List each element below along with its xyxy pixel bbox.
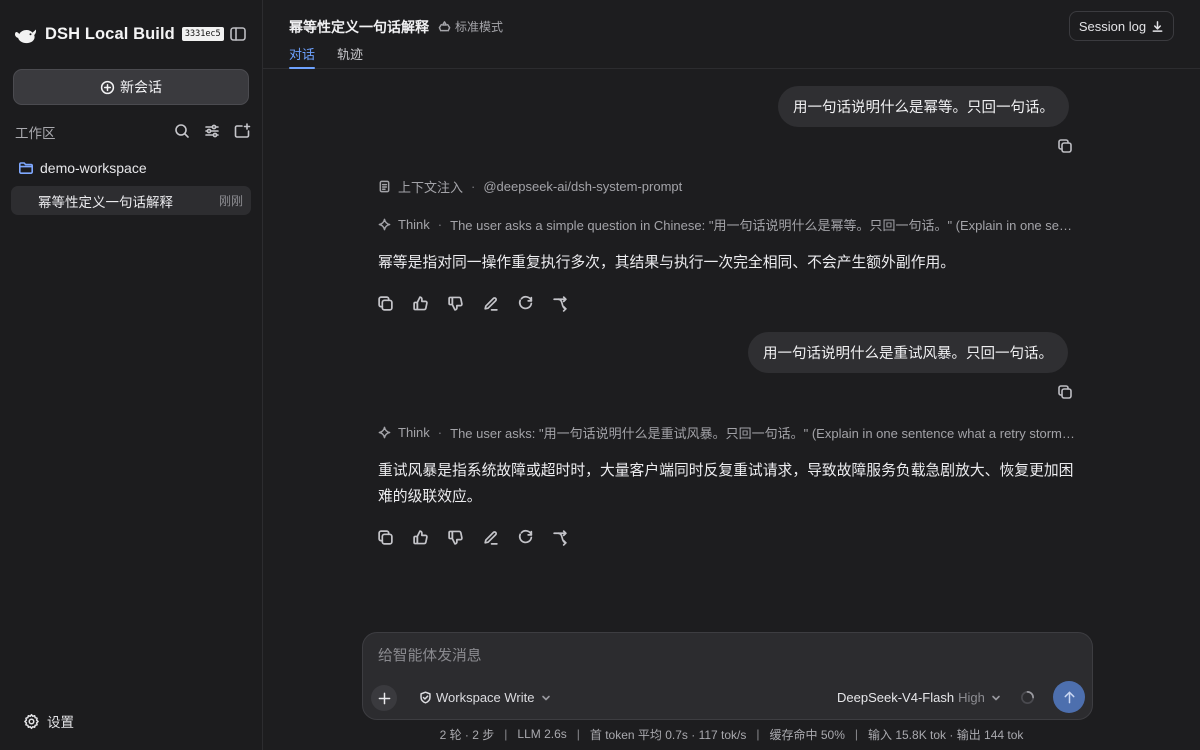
pencil-icon[interactable] bbox=[482, 295, 499, 312]
settings-label: 设置 bbox=[47, 715, 74, 730]
spinner-icon bbox=[1020, 690, 1035, 705]
message-actions bbox=[377, 295, 569, 312]
sidebar: DSH Local Build 3331ec5 新会话 工作区 demo-wor… bbox=[0, 0, 263, 750]
tabs: 对话 轨迹 bbox=[289, 44, 363, 69]
think-text: The user asks a simple question in Chine… bbox=[450, 217, 1078, 233]
session-log-label: Session log bbox=[1078, 18, 1147, 34]
copy-icon[interactable] bbox=[1057, 384, 1073, 400]
workspace-section-title: 工作区 bbox=[15, 126, 56, 141]
download-icon bbox=[1151, 20, 1164, 33]
user-message: 用一句话说明什么是幂等。只回一句话。 bbox=[778, 86, 1069, 127]
separator-dot: · bbox=[471, 178, 476, 194]
think-label: Think bbox=[398, 424, 430, 440]
new-chat-label: 新会话 bbox=[120, 79, 162, 95]
main-panel: 幂等性定义一句话解释 标准模式 对话 轨迹 Session log 用一句话说明… bbox=[263, 0, 1200, 750]
pencil-icon[interactable] bbox=[482, 529, 499, 546]
think-label: Think bbox=[398, 216, 430, 232]
stat-separator: | bbox=[854, 727, 858, 741]
model-name: DeepSeek-V4-Flash bbox=[837, 690, 955, 705]
stat-separator: | bbox=[576, 727, 580, 741]
copy-icon[interactable] bbox=[377, 529, 394, 546]
gear-icon bbox=[23, 713, 40, 730]
usage-stats: 2 轮 · 2 步 | LLM 2.6s | 首 token 平均 0.7s ·… bbox=[263, 726, 1200, 742]
composer: Workspace Write DeepSeek-V4-Flash High bbox=[362, 632, 1093, 720]
copy-icon[interactable] bbox=[377, 295, 394, 312]
workspace-name: demo-workspace bbox=[40, 160, 147, 176]
stat-tokens: 输入 15.8K tok · 输出 144 tok bbox=[868, 727, 1024, 742]
context-injection-row[interactable]: 上下文注入 · @deepseek-ai/dsh-system-prompt bbox=[378, 177, 682, 195]
thumbs-up-icon[interactable] bbox=[412, 295, 429, 312]
model-selector[interactable]: DeepSeek-V4-Flash High bbox=[837, 690, 1001, 705]
workspace-header: 工作区 bbox=[15, 122, 251, 142]
refresh-icon[interactable] bbox=[517, 529, 534, 546]
whale-logo-icon bbox=[14, 23, 38, 45]
tab-conversation[interactable]: 对话 bbox=[289, 44, 316, 69]
stat-cache: 缓存命中 50% bbox=[769, 727, 845, 742]
copy-icon[interactable] bbox=[1057, 138, 1073, 154]
folder-icon bbox=[18, 160, 34, 176]
plus-circle-icon bbox=[100, 80, 115, 95]
separator-dot: · bbox=[437, 216, 443, 232]
chevron-down-icon bbox=[541, 693, 551, 703]
shield-icon bbox=[419, 691, 432, 704]
sparkle-icon bbox=[378, 218, 391, 231]
stat-turns: 2 轮 · 2 步 bbox=[439, 727, 495, 742]
assistant-message-text: 重试风暴是指系统故障或超时时，大量客户端同时反复重试请求，导致故障服务负载急剧放… bbox=[378, 463, 1074, 505]
user-message-text: 用一句话说明什么是幂等。只回一句话。 bbox=[793, 100, 1054, 116]
stat-separator: | bbox=[756, 727, 760, 741]
branch-icon[interactable] bbox=[552, 529, 569, 546]
chevron-down-icon bbox=[991, 693, 1001, 703]
context-source: @deepseek-ai/dsh-system-prompt bbox=[483, 178, 683, 194]
arrow-up-icon bbox=[1062, 690, 1077, 705]
search-icon[interactable] bbox=[173, 122, 191, 140]
brand: DSH Local Build 3331ec5 bbox=[14, 22, 224, 46]
session-title: 幂等性定义一句话解释 bbox=[38, 194, 173, 210]
context-label: 上下文注入 bbox=[398, 179, 464, 195]
session-time: 刚刚 bbox=[218, 194, 243, 208]
topbar: 幂等性定义一句话解释 标准模式 对话 轨迹 Session log bbox=[263, 0, 1200, 69]
assistant-message-text: 幂等是指对同一操作重复执行多次，其结果与执行一次完全相同、不会产生额外副作用。 bbox=[378, 255, 956, 271]
message-input[interactable] bbox=[378, 648, 1078, 664]
send-button[interactable] bbox=[1053, 681, 1085, 713]
workspace-folder[interactable]: demo-workspace bbox=[18, 158, 147, 178]
conversation-title: 幂等性定义一句话解释 bbox=[289, 19, 429, 35]
new-chat-button[interactable]: 新会话 bbox=[13, 69, 249, 105]
session-log-button[interactable]: Session log bbox=[1069, 11, 1174, 41]
permission-selector[interactable]: Workspace Write bbox=[419, 690, 551, 705]
add-attachment-button[interactable] bbox=[371, 685, 397, 711]
message-actions bbox=[377, 529, 569, 546]
permission-label: Workspace Write bbox=[436, 690, 535, 705]
thumbs-down-icon[interactable] bbox=[447, 295, 464, 312]
workspace-tools bbox=[173, 122, 251, 140]
user-message: 用一句话说明什么是重试风暴。只回一句话。 bbox=[748, 332, 1068, 373]
tab-trace[interactable]: 轨迹 bbox=[337, 44, 363, 69]
folder-plus-icon[interactable] bbox=[233, 122, 251, 140]
sidebar-toggle-icon[interactable] bbox=[229, 25, 247, 43]
plus-icon bbox=[378, 692, 391, 705]
sliders-icon[interactable] bbox=[203, 122, 221, 140]
mode-label: 标准模式 bbox=[455, 20, 504, 34]
mode-indicator[interactable]: 标准模式 bbox=[438, 18, 503, 35]
stat-llm: LLM 2.6s bbox=[517, 727, 567, 741]
stat-separator: | bbox=[504, 727, 508, 741]
settings-button[interactable]: 设置 bbox=[16, 711, 74, 731]
app-name: DSH Local Build bbox=[45, 24, 175, 43]
document-icon bbox=[378, 180, 391, 193]
thumbs-up-icon[interactable] bbox=[412, 529, 429, 546]
think-text: The user asks: "用一句话说明什么是重试风暴。只回一句话。" (E… bbox=[450, 425, 1078, 441]
thumbs-down-icon[interactable] bbox=[447, 529, 464, 546]
branch-icon[interactable] bbox=[552, 295, 569, 312]
refresh-icon[interactable] bbox=[517, 295, 534, 312]
think-row[interactable]: Think · The user asks: "用一句话说明什么是重试风暴。只回… bbox=[378, 423, 1078, 441]
sparkle-icon bbox=[378, 426, 391, 439]
separator-dot: · bbox=[437, 424, 443, 440]
recycle-icon bbox=[438, 20, 451, 33]
think-row[interactable]: Think · The user asks a simple question … bbox=[378, 215, 1078, 233]
effort-level: High bbox=[958, 690, 985, 705]
session-item[interactable]: 幂等性定义一句话解释 刚刚 bbox=[11, 186, 251, 215]
user-message-text: 用一句话说明什么是重试风暴。只回一句话。 bbox=[763, 346, 1053, 362]
build-badge: 3331ec5 bbox=[181, 27, 224, 41]
stat-first-token: 首 token 平均 0.7s · 117 tok/s bbox=[589, 727, 747, 742]
